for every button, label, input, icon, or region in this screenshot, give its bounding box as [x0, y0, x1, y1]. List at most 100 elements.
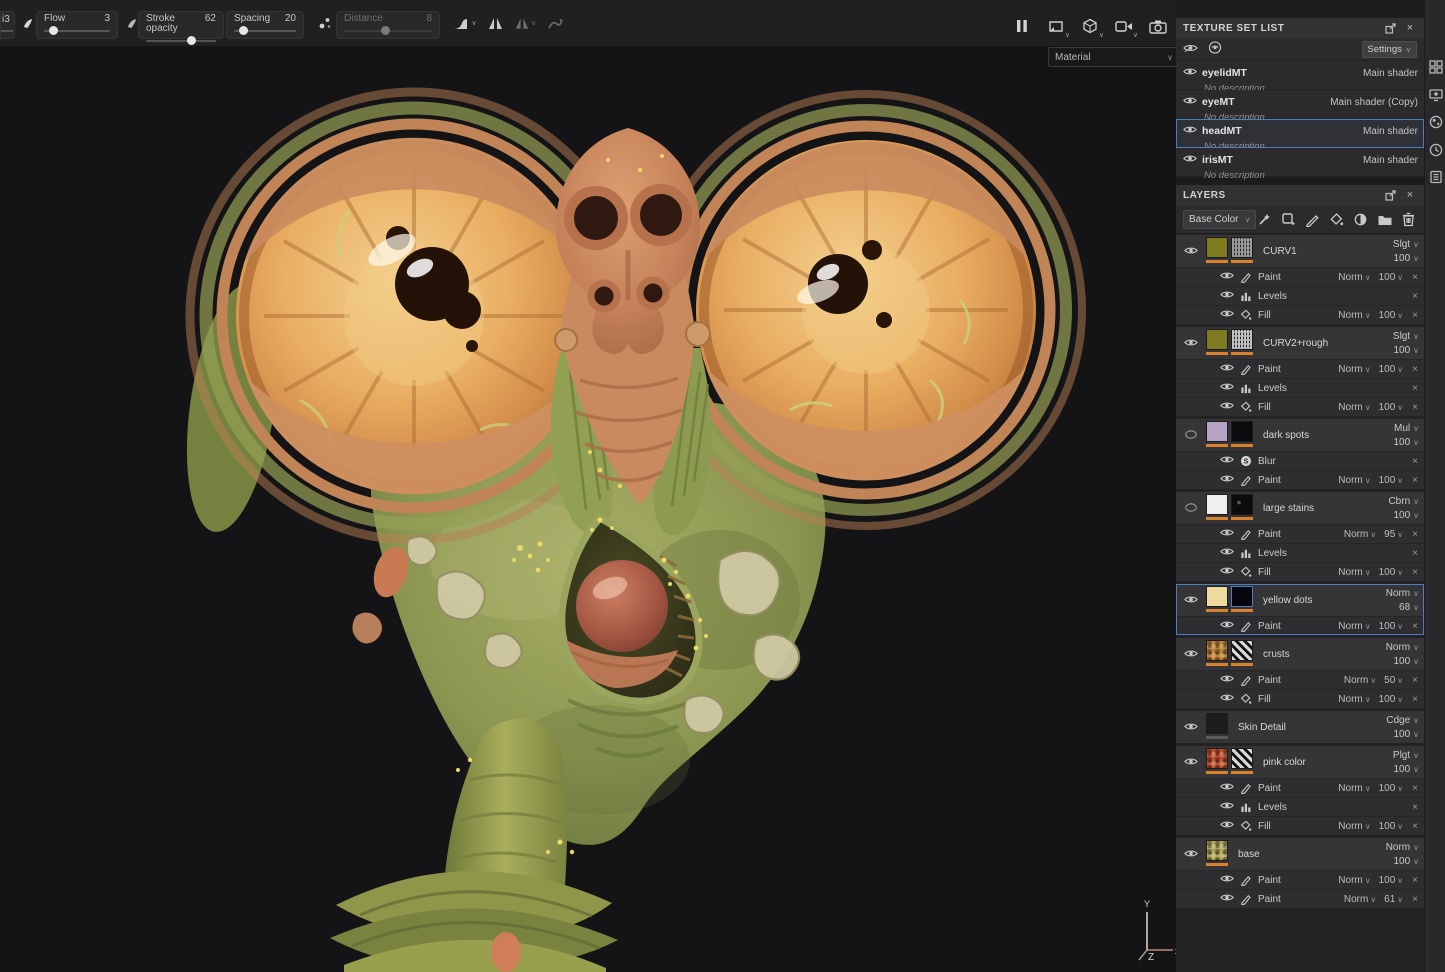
effect-opacity[interactable]: 100 [1379, 402, 1396, 413]
remove-effect-button[interactable]: × [1412, 694, 1418, 705]
texture-set-settings-button[interactable]: Settings ∨ [1362, 41, 1417, 58]
layer-blend-mode[interactable]: Plgt∨ [1357, 749, 1419, 763]
remove-effect-button[interactable]: × [1412, 402, 1418, 413]
texture-set-visibility-toggle[interactable] [1183, 64, 1197, 82]
layer-visibility-toggle[interactable] [1184, 713, 1206, 737]
close-panel-icon[interactable]: × [1403, 189, 1417, 203]
effect-opacity[interactable]: 95 [1384, 529, 1395, 540]
effect-visibility-toggle[interactable] [1220, 800, 1240, 814]
delete-layer-icon[interactable] [1400, 211, 1417, 228]
layer-name[interactable]: base [1231, 840, 1357, 860]
effect-visibility-toggle[interactable] [1220, 381, 1240, 395]
layer-opacity[interactable]: 68∨ [1357, 601, 1419, 615]
texture-set-shader[interactable]: Main shader [1363, 155, 1418, 166]
screenshot-camera-button[interactable] [1146, 14, 1170, 38]
spacing-slider[interactable] [234, 26, 296, 36]
layer-thumbnail[interactable] [1206, 748, 1228, 774]
layer-visibility-toggle[interactable] [1184, 421, 1206, 445]
effect-opacity[interactable]: 100 [1379, 875, 1396, 886]
layer-opacity[interactable]: 100∨ [1357, 728, 1419, 742]
layer-effect-row[interactable]: SBlur× [1176, 451, 1424, 470]
viewport-layout-button[interactable]: ∨ [1044, 14, 1068, 38]
layer-effect-row[interactable]: PaintNorm∨100∨× [1176, 778, 1424, 797]
flow-slider[interactable] [44, 26, 110, 36]
symmetry-options-button[interactable]: ∨ [512, 14, 538, 32]
effect-visibility-toggle[interactable] [1220, 565, 1240, 579]
effect-visibility-toggle[interactable] [1220, 454, 1240, 468]
brush-tip-icon[interactable] [18, 14, 36, 32]
layer-row[interactable]: yellow dotsNorm∨68∨ [1176, 584, 1424, 616]
layer-name[interactable]: Skin Detail [1231, 713, 1357, 733]
layer-row[interactable]: CURV2+roughSlgt∨100∨ [1176, 327, 1424, 359]
layer-row[interactable]: Skin DetailCdge∨100∨ [1176, 711, 1424, 743]
effect-visibility-toggle[interactable] [1220, 673, 1240, 687]
layer-opacity[interactable]: 100∨ [1357, 344, 1419, 358]
layer-opacity[interactable]: 100∨ [1357, 252, 1419, 266]
layer-effect-row[interactable]: PaintNorm∨100∨× [1176, 870, 1424, 889]
effect-opacity[interactable]: 61 [1384, 894, 1395, 905]
layer-effect-row[interactable]: PaintNorm∨95∨× [1176, 524, 1424, 543]
layer-thumbnail[interactable] [1206, 329, 1228, 355]
undock-panel-icon[interactable] [1383, 22, 1397, 36]
remove-effect-button[interactable]: × [1412, 383, 1418, 394]
add-effect-icon[interactable] [1256, 211, 1273, 228]
layer-effect-row[interactable]: Levels× [1176, 286, 1424, 305]
effect-blend-mode[interactable]: Norm [1338, 475, 1362, 486]
effect-visibility-toggle[interactable] [1220, 873, 1240, 887]
texture-set-visibility-toggle[interactable] [1183, 93, 1197, 111]
layer-opacity[interactable]: 100∨ [1357, 763, 1419, 777]
layer-thumbnail[interactable] [1206, 640, 1228, 666]
texture-set-row[interactable]: eyelidMTMain shaderNo description [1176, 61, 1424, 90]
stroke-opacity-value[interactable]: 62 [205, 14, 216, 34]
layer-effect-row[interactable]: PaintNorm∨100∨× [1176, 616, 1424, 635]
effect-opacity[interactable]: 100 [1379, 364, 1396, 375]
add-folder-icon[interactable] [1376, 211, 1393, 228]
layer-name[interactable]: large stains [1256, 494, 1357, 514]
layer-blend-mode[interactable]: Norm∨ [1357, 641, 1419, 655]
effect-visibility-toggle[interactable] [1220, 892, 1240, 906]
assets-grid-icon[interactable] [1427, 58, 1444, 75]
remove-effect-button[interactable]: × [1412, 567, 1418, 578]
layer-row[interactable]: baseNorm∨100∨ [1176, 838, 1424, 870]
effect-blend-mode[interactable]: Norm [1344, 529, 1368, 540]
layer-opacity[interactable]: 100∨ [1357, 436, 1419, 450]
layer-name[interactable]: CURV2+rough [1256, 329, 1357, 349]
layer-name[interactable]: crusts [1256, 640, 1357, 660]
texture-set-shader[interactable]: Main shader [1363, 68, 1418, 79]
symmetry-button[interactable] [486, 14, 504, 32]
solo-texture-set-icon[interactable] [1208, 41, 1222, 59]
layer-thumbnail[interactable] [1206, 494, 1228, 520]
falloff-curve-button[interactable]: ∨ [452, 14, 478, 32]
effect-visibility-toggle[interactable] [1220, 400, 1240, 414]
layer-visibility-toggle[interactable] [1184, 640, 1206, 664]
lazy-mouse-icon[interactable] [546, 14, 564, 32]
effect-visibility-toggle[interactable] [1220, 473, 1240, 487]
effect-blend-mode[interactable]: Norm [1338, 821, 1362, 832]
remove-effect-button[interactable]: × [1412, 894, 1418, 905]
effect-visibility-toggle[interactable] [1220, 308, 1240, 322]
mesh-display-button[interactable]: ∨ [1078, 14, 1102, 38]
shader-settings-icon[interactable] [1427, 113, 1444, 130]
layer-effect-row[interactable]: Levels× [1176, 543, 1424, 562]
layer-effect-row[interactable]: Levels× [1176, 797, 1424, 816]
effect-visibility-toggle[interactable] [1220, 619, 1240, 633]
effect-opacity[interactable]: 100 [1379, 621, 1396, 632]
layer-thumbnail[interactable] [1206, 713, 1228, 739]
layer-row[interactable]: pink colorPlgt∨100∨ [1176, 746, 1424, 778]
remove-effect-button[interactable]: × [1412, 272, 1418, 283]
layer-effect-row[interactable]: FillNorm∨100∨× [1176, 305, 1424, 324]
layer-thumbnail[interactable] [1231, 748, 1253, 774]
effect-blend-mode[interactable]: Norm [1338, 783, 1362, 794]
add-paint-layer-icon[interactable] [1304, 211, 1321, 228]
effect-blend-mode[interactable]: Norm [1338, 875, 1362, 886]
remove-effect-button[interactable]: × [1412, 529, 1418, 540]
texture-set-row[interactable]: headMTMain shaderNo description [1176, 119, 1424, 148]
scatter-icon[interactable] [316, 14, 334, 32]
layer-effect-row[interactable]: PaintNorm∨61∨× [1176, 889, 1424, 908]
layer-visibility-toggle[interactable] [1184, 329, 1206, 353]
layer-row[interactable]: crustsNorm∨100∨ [1176, 638, 1424, 670]
layer-thumbnail[interactable] [1231, 421, 1253, 447]
layer-row[interactable]: CURV1Slgt∨100∨ [1176, 235, 1424, 267]
viewport-3d[interactable]: Material ∨ Y x Z [0, 0, 1176, 972]
layer-effect-row[interactable]: PaintNorm∨100∨× [1176, 470, 1424, 489]
